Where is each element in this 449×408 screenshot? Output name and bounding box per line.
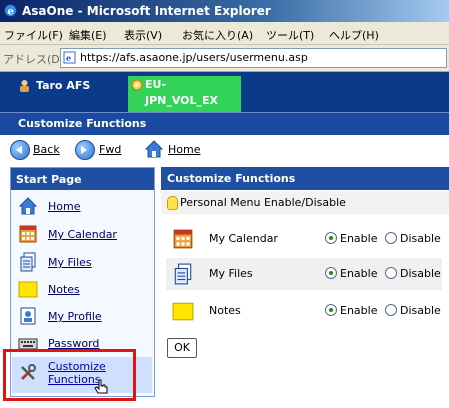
window-title: AsaOne - Microsoft Internet Explorer	[22, 4, 271, 18]
files-icon	[174, 263, 192, 285]
menu-item-label[interactable]: My Profile	[48, 310, 102, 323]
back-link[interactable]: Back	[33, 143, 60, 156]
enable-label: Enable	[340, 267, 378, 280]
address-label: アドレス(D)	[3, 53, 65, 66]
notes-icon	[172, 302, 194, 321]
disable-label: Disable	[400, 267, 441, 280]
calendar-icon	[19, 225, 37, 243]
address-url: https://afs.asaone.jp/users/usermenu.asp	[80, 51, 308, 64]
disable-radio[interactable]	[385, 232, 397, 244]
address-bar: アドレス(D) e https://afs.asaone.jp/users/us…	[0, 45, 449, 72]
group-label: EU-JPN_VOL_EX	[145, 78, 219, 107]
ok-button[interactable]: OK	[167, 338, 197, 358]
disable-label: Disable	[400, 232, 441, 245]
customize-header: Customize Functions	[161, 167, 449, 190]
setting-name: My Calendar	[209, 232, 278, 245]
setting-row-calendar: My Calendar Enable Disable	[166, 223, 442, 255]
enable-radio[interactable]	[325, 232, 337, 244]
personal-menu-label: Personal Menu Enable/Disable	[180, 196, 346, 209]
forward-link[interactable]: Fwd	[99, 143, 121, 156]
enable-label: Enable	[340, 232, 378, 245]
menu-favorites[interactable]: お気に入り(A)	[182, 27, 253, 43]
menu-item-label[interactable]: My Calendar	[48, 228, 117, 241]
disable-radio[interactable]	[385, 267, 397, 279]
disable-radio[interactable]	[385, 304, 397, 316]
menu-edit[interactable]: 編集(E)	[69, 27, 107, 43]
files-icon	[20, 252, 36, 272]
window-title-bar: e AsaOne - Microsoft Internet Explorer	[0, 0, 449, 22]
section-title: Customize Functions	[18, 117, 147, 130]
disable-label: Disable	[400, 304, 441, 317]
forward-chevron-icon	[81, 146, 87, 154]
menu-bar: ファイル(F) 編集(E) 表示(V) お気に入り(A) ツール(T) ヘルプ(…	[0, 22, 449, 45]
customize-title: Customize Functions	[167, 172, 296, 185]
menu-item-label[interactable]: My Files	[48, 256, 92, 269]
page-icon: e	[63, 51, 76, 64]
enable-label: Enable	[340, 304, 378, 317]
setting-row-files: My Files Enable Disable	[166, 258, 442, 290]
back-chevron-icon	[16, 146, 22, 154]
menu-item-label[interactable]: Home	[48, 200, 80, 213]
menu-item-profile[interactable]: My Profile	[12, 304, 152, 330]
user-icon	[20, 80, 29, 92]
menu-file[interactable]: ファイル(F)	[4, 27, 63, 43]
menu-view[interactable]: 表示(V)	[124, 27, 162, 43]
user-name: Taro AFS	[36, 79, 91, 92]
menu-item-notes[interactable]: Notes	[12, 277, 152, 303]
group-icon	[131, 79, 143, 91]
menu-help[interactable]: ヘルプ(H)	[329, 27, 379, 43]
menu-item-files[interactable]: My Files	[12, 250, 152, 276]
start-page-header: Start Page	[11, 168, 154, 190]
personal-menu-row: Personal Menu Enable/Disable	[161, 191, 449, 214]
calendar-icon	[173, 229, 193, 249]
menu-item-calendar[interactable]: My Calendar	[12, 222, 152, 248]
home-icon	[18, 197, 38, 215]
setting-row-notes: Notes Enable Disable	[166, 295, 442, 327]
start-page-title: Start Page	[16, 173, 82, 186]
highlight-box	[3, 349, 136, 401]
home-link[interactable]: Home	[168, 143, 200, 156]
lightbulb-icon	[167, 196, 178, 210]
svg-text:e: e	[66, 53, 71, 63]
enable-radio[interactable]	[325, 304, 337, 316]
setting-name: Notes	[209, 304, 241, 317]
notes-icon	[18, 281, 38, 298]
enable-radio[interactable]	[325, 267, 337, 279]
home-icon[interactable]	[144, 139, 164, 159]
setting-name: My Files	[209, 267, 253, 280]
profile-icon	[20, 307, 36, 325]
menu-tools[interactable]: ツール(T)	[266, 27, 314, 43]
address-input[interactable]: e https://afs.asaone.jp/users/usermenu.a…	[60, 48, 447, 68]
menu-item-home[interactable]: Home	[12, 194, 152, 220]
menu-item-label[interactable]: Notes	[48, 283, 80, 296]
ie-icon: e	[4, 4, 17, 18]
svg-text:e: e	[8, 7, 14, 18]
